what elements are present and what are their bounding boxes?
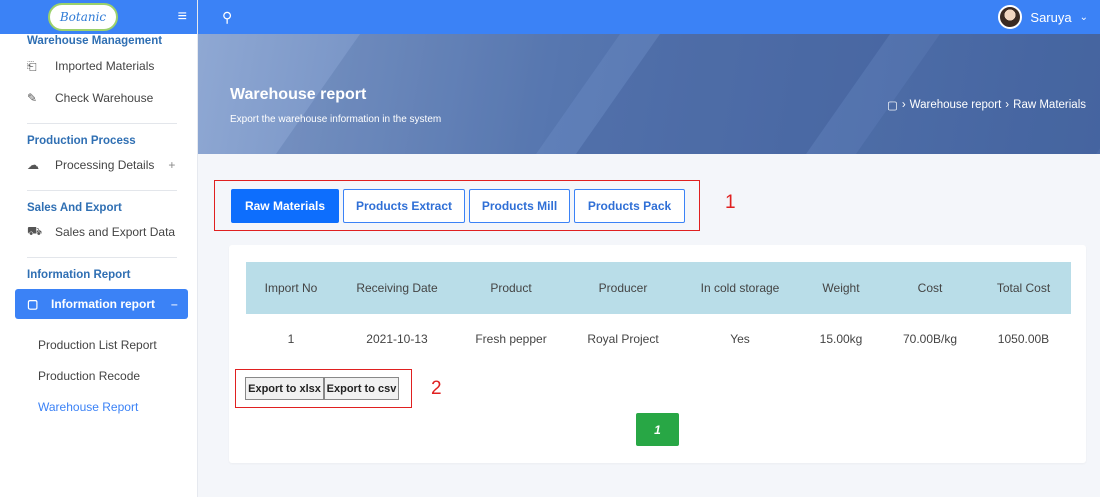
column-header: Receiving Date: [336, 262, 458, 314]
sidebar-divider: [27, 257, 177, 258]
chevron-down-icon: ⌄: [1079, 11, 1088, 23]
cloud-icon: ☁: [27, 158, 39, 172]
breadcrumb-separator: ›: [901, 99, 906, 111]
page-title: Warehouse report: [230, 86, 367, 103]
sidebar-heading-sales: Sales And Export: [27, 202, 122, 214]
clipboard-icon: ▢: [27, 297, 39, 311]
breadcrumb-item: Raw Materials: [1013, 99, 1086, 111]
sidebar-item-label: Information report: [51, 297, 155, 311]
page-subtitle: Export the warehouse information in the …: [230, 114, 442, 125]
menu-toggle-icon[interactable]: ≡: [178, 9, 187, 25]
table-cell: 1050.00B: [997, 332, 1050, 346]
annotation-label-1: 1: [725, 192, 736, 213]
table-cell: 2021-10-13: [366, 332, 428, 346]
sidebar-item-label: Processing Details: [55, 158, 155, 172]
sidebar: Botanic ≡ Warehouse Management ⎗ Importe…: [0, 0, 198, 497]
column-header: In cold storage: [682, 262, 798, 314]
collapse-minus-icon[interactable]: –: [171, 297, 178, 311]
search-icon[interactable]: ⚲: [222, 9, 232, 26]
table-cell: 70.00B/kg: [902, 332, 958, 346]
sidebar-subitem-production-recode[interactable]: Production Recode: [0, 360, 197, 391]
sidebar-divider: [27, 123, 177, 124]
column-header: Weight: [798, 262, 884, 314]
breadcrumb-item[interactable]: Warehouse report: [910, 99, 1002, 111]
sidebar-subitem-production-list-report[interactable]: Production List Report: [0, 329, 197, 360]
import-icon: ⎗: [27, 58, 37, 73]
avatar[interactable]: [998, 5, 1023, 29]
clipboard-icon[interactable]: ▢: [887, 98, 898, 112]
sidebar-heading-info: Information Report: [27, 269, 131, 281]
expand-plus-icon[interactable]: +: [168, 158, 175, 172]
tab-raw-materials[interactable]: Raw Materials: [231, 188, 339, 223]
table-cell: 15.00kg: [819, 332, 863, 346]
sidebar-item-sales-export-data[interactable]: ⛟ Sales and Export Data: [27, 216, 197, 248]
breadcrumb-separator: ›: [1005, 99, 1010, 111]
cart-icon: ⛟: [27, 224, 43, 238]
column-header: Producer: [564, 262, 682, 314]
column-header: Cost: [884, 262, 976, 314]
export-csv-button[interactable]: Export to csv: [324, 377, 399, 400]
warehouse-table: Import No Receiving Date Product Produce…: [246, 262, 1071, 364]
table-cell: 1: [287, 332, 295, 346]
tab-products-mill[interactable]: Products Mill: [469, 188, 570, 223]
page-banner: Warehouse report Export the warehouse in…: [198, 34, 1100, 154]
tabs-annotation-box: Raw Materials Products Extract Products …: [214, 180, 700, 231]
edit-icon: ✎: [27, 91, 38, 105]
sidebar-section-production: Production Process ☁ Processing Details …: [0, 133, 197, 181]
table-row: 1 2021-10-13 Fresh pepper Royal Project …: [246, 314, 1071, 364]
pagination-page-button[interactable]: 1: [636, 413, 679, 446]
table-cell: Fresh pepper: [475, 332, 547, 346]
user-name: Saruya: [1030, 9, 1072, 25]
tab-products-pack[interactable]: Products Pack: [574, 188, 685, 223]
sidebar-item-processing-details[interactable]: ☁ Processing Details +: [27, 149, 197, 181]
table-cell: Royal Project: [587, 332, 659, 346]
user-menu[interactable]: Saruya ⌄: [998, 5, 1088, 29]
sidebar-item-label: Check Warehouse: [55, 91, 154, 105]
export-xlsx-button[interactable]: Export to xlsx: [245, 377, 324, 400]
sidebar-subitem-warehouse-report[interactable]: Warehouse Report: [0, 391, 197, 422]
sidebar-item-information-report[interactable]: ▢ Information report –: [15, 289, 188, 319]
table-cell: Yes: [730, 332, 750, 346]
top-bar: ⚲ Saruya ⌄: [198, 0, 1100, 34]
sidebar-item-check-warehouse[interactable]: ✎ Check Warehouse: [27, 82, 197, 114]
breadcrumb: ▢ › Warehouse report › Raw Materials: [887, 98, 1086, 112]
annotation-label-2: 2: [431, 378, 442, 399]
column-header: Import No: [246, 262, 336, 314]
sidebar-section-sales: Sales And Export ⛟ Sales and Export Data: [0, 200, 197, 248]
column-header: Product: [458, 262, 564, 314]
table-header-row: Import No Receiving Date Product Produce…: [246, 262, 1071, 314]
sidebar-section-warehouse: Warehouse Management ⎗ Imported Material…: [0, 26, 197, 114]
sidebar-section-info: Information Report: [0, 267, 197, 283]
sidebar-item-label: Sales and Export Data: [55, 225, 176, 239]
sidebar-heading-production: Production Process: [27, 135, 136, 147]
column-header: Total Cost: [976, 262, 1071, 314]
sidebar-item-label: Imported Materials: [55, 59, 155, 73]
tab-products-extract[interactable]: Products Extract: [343, 188, 465, 223]
sidebar-divider: [27, 190, 177, 191]
